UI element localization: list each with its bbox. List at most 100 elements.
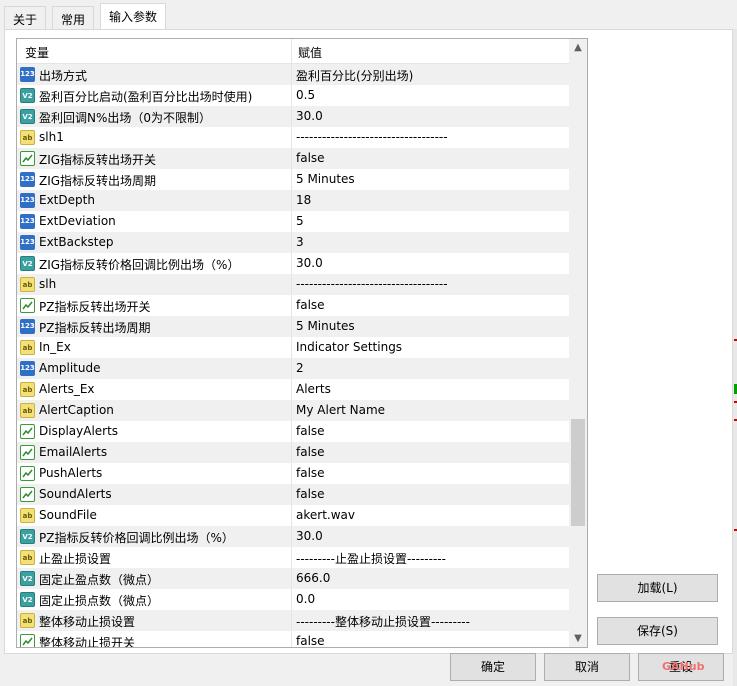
table-row[interactable]: ab Alerts_Ex Alerts	[17, 379, 569, 400]
table-row[interactable]: ab In_Ex Indicator Settings	[17, 337, 569, 358]
variable-value[interactable]: akert.wav	[296, 508, 355, 522]
tab-about[interactable]: 关于	[4, 6, 47, 30]
string-type-icon: ab	[20, 340, 35, 355]
column-separator	[291, 253, 292, 274]
table-row[interactable]: V2 固定止盈点数（微点） 666.0	[17, 568, 569, 589]
double-type-icon: V2	[20, 88, 35, 103]
variable-value[interactable]: 30.0	[296, 109, 323, 123]
variable-value[interactable]: 0.5	[296, 88, 315, 102]
variable-value[interactable]: 0.0	[296, 592, 315, 606]
string-type-icon: ab	[20, 508, 35, 523]
variable-name: Amplitude	[39, 361, 101, 375]
table-row[interactable]: 123 Amplitude 2	[17, 358, 569, 379]
table-row[interactable]: 整体移动止损开关 false	[17, 631, 569, 647]
column-separator	[291, 148, 292, 169]
tab-input-params[interactable]: 输入参数	[100, 3, 167, 30]
table-row[interactable]: 123 出场方式 盈利百分比(分别出场)	[17, 64, 569, 85]
boolean-type-icon	[20, 424, 35, 439]
table-row[interactable]: ab 止盈止损设置 ---------止盈止损设置---------	[17, 547, 569, 568]
variable-value[interactable]: false	[296, 634, 325, 647]
table-row[interactable]: ab 整体移动止损设置 ---------整体移动止损设置---------	[17, 610, 569, 631]
variable-value[interactable]: 30.0	[296, 256, 323, 270]
column-separator	[291, 526, 292, 547]
table-row[interactable]: V2 ZIG指标反转价格回调比例出场（%） 30.0	[17, 253, 569, 274]
column-separator	[291, 442, 292, 463]
table-row[interactable]: V2 盈利回调N%出场（0为不限制） 30.0	[17, 106, 569, 127]
variable-value[interactable]: 5 Minutes	[296, 319, 355, 333]
table-row[interactable]: V2 固定止损点数（微点） 0.0	[17, 589, 569, 610]
variable-name: PushAlerts	[39, 466, 103, 480]
load-button[interactable]: 加载(L)	[597, 574, 718, 602]
variable-value[interactable]: false	[296, 445, 325, 459]
variable-value[interactable]: 盈利百分比(分别出场)	[296, 67, 413, 84]
variable-name: Alerts_Ex	[39, 382, 95, 396]
variable-value[interactable]: ---------整体移动止损设置---------	[296, 613, 470, 630]
column-separator	[291, 211, 292, 232]
table-row[interactable]: 123 ExtDeviation 5	[17, 211, 569, 232]
variable-name: PZ指标反转出场周期	[39, 321, 151, 335]
variable-name: 整体移动止损设置	[39, 615, 136, 629]
column-separator	[291, 400, 292, 421]
string-type-icon: ab	[20, 403, 35, 418]
variable-value[interactable]: ---------止盈止损设置---------	[296, 550, 446, 567]
table-row[interactable]: PushAlerts false	[17, 463, 569, 484]
column-separator	[291, 610, 292, 631]
column-separator	[291, 358, 292, 379]
column-separator	[291, 274, 292, 295]
variable-value[interactable]: false	[296, 466, 325, 480]
table-row[interactable]: PZ指标反转出场开关 false	[17, 295, 569, 316]
variable-value[interactable]: 3	[296, 235, 304, 249]
table-row[interactable]: ab SoundFile akert.wav	[17, 505, 569, 526]
vertical-scrollbar[interactable]: ▲ ▼	[569, 39, 587, 647]
table-row[interactable]: 123 PZ指标反转出场周期 5 Minutes	[17, 316, 569, 337]
table-row[interactable]: DisplayAlerts false	[17, 421, 569, 442]
string-type-icon: ab	[20, 550, 35, 565]
variable-value[interactable]: false	[296, 487, 325, 501]
header-variable[interactable]: 变量	[25, 44, 49, 61]
save-button[interactable]: 保存(S)	[597, 617, 718, 645]
tab-common[interactable]: 常用	[52, 6, 95, 30]
table-row[interactable]: ab slh1 ----------------------------------…	[17, 127, 569, 148]
table-row[interactable]: ab AlertCaption My Alert Name	[17, 400, 569, 421]
variable-value[interactable]: 18	[296, 193, 311, 207]
variable-value[interactable]: Indicator Settings	[296, 340, 402, 354]
table-row[interactable]: 123 ExtBackstep 3	[17, 232, 569, 253]
variable-value[interactable]: My Alert Name	[296, 403, 385, 417]
ok-button[interactable]: 确定	[450, 653, 536, 681]
column-separator	[291, 190, 292, 211]
scroll-up-icon[interactable]: ▲	[569, 39, 587, 56]
table-row[interactable]: SoundAlerts false	[17, 484, 569, 505]
cancel-button[interactable]: 取消	[544, 653, 630, 681]
variable-value[interactable]: -----------------------------------	[296, 277, 448, 291]
table-row[interactable]: 123 ZIG指标反转出场周期 5 Minutes	[17, 169, 569, 190]
table-row[interactable]: EmailAlerts false	[17, 442, 569, 463]
column-separator	[291, 568, 292, 589]
scroll-down-icon[interactable]: ▼	[569, 630, 587, 647]
variable-value[interactable]: 30.0	[296, 529, 323, 543]
variable-value[interactable]: 666.0	[296, 571, 330, 585]
variable-value[interactable]: 5	[296, 214, 304, 228]
header-value[interactable]: 赋值	[298, 44, 322, 61]
boolean-type-icon	[20, 634, 35, 647]
table-row[interactable]: 123 ExtDepth 18	[17, 190, 569, 211]
scroll-thumb[interactable]	[571, 419, 585, 526]
table-row[interactable]: ab slh -----------------------------------	[17, 274, 569, 295]
background-chart-edge	[733, 29, 737, 686]
table-row[interactable]: V2 PZ指标反转价格回调比例出场（%） 30.0	[17, 526, 569, 547]
column-separator	[291, 127, 292, 148]
column-separator	[291, 484, 292, 505]
variable-value[interactable]: 2	[296, 361, 304, 375]
variable-value[interactable]: false	[296, 151, 325, 165]
variable-value[interactable]: 5 Minutes	[296, 172, 355, 186]
column-separator	[291, 295, 292, 316]
integer-type-icon: 123	[20, 319, 35, 334]
variable-value[interactable]: Alerts	[296, 382, 331, 396]
column-separator	[291, 379, 292, 400]
table-row[interactable]: V2 盈利百分比启动(盈利百分比出场时使用) 0.5	[17, 85, 569, 106]
variable-value[interactable]: false	[296, 424, 325, 438]
variable-value[interactable]: -----------------------------------	[296, 130, 448, 144]
table-row[interactable]: ZIG指标反转出场开关 false	[17, 148, 569, 169]
variable-name: 出场方式	[39, 69, 88, 83]
column-separator	[291, 547, 292, 568]
variable-value[interactable]: false	[296, 298, 325, 312]
